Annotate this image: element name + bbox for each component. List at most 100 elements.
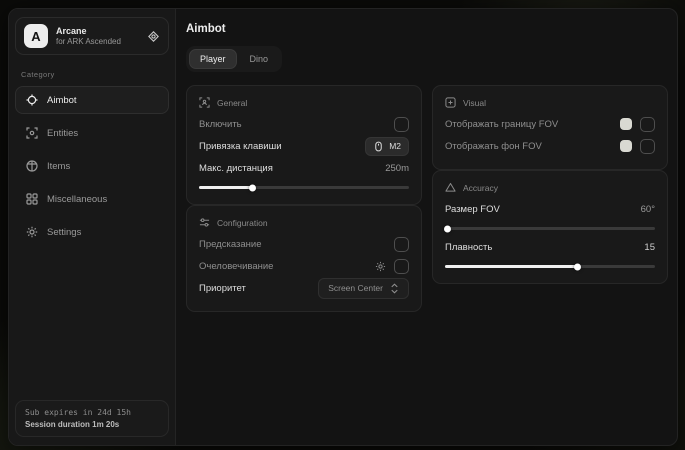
session-duration-text: Session duration 1m 20s: [25, 420, 159, 429]
fov-size-slider[interactable]: [445, 227, 655, 230]
configuration-card: Configuration Предсказание Очеловечивани…: [186, 205, 422, 312]
tab-bar: Player Dino: [186, 46, 282, 72]
sidebar-nav: Aimbot Entities Items: [9, 86, 175, 251]
smoothness-value: 15: [644, 242, 655, 253]
app-subtitle: for ARK Ascended: [56, 37, 121, 46]
distance-slider-fill: [199, 186, 252, 189]
sidebar-item-miscellaneous[interactable]: Miscellaneous: [15, 185, 169, 213]
smoothness-slider-thumb[interactable]: [574, 263, 581, 270]
person-focus-icon: [199, 97, 210, 108]
sliders-icon: [199, 217, 210, 228]
visual-card: Visual Отображать границу FOV Отображать…: [432, 85, 668, 170]
configuration-card-header: Configuration: [199, 217, 409, 228]
distance-label: Макс. дистанция: [199, 163, 273, 174]
sidebar-item-entities[interactable]: Entities: [15, 119, 169, 147]
fov-bg-label: Отображать фон FOV: [445, 141, 542, 152]
fov-size-slider-fill: [445, 227, 447, 230]
prediction-label: Предсказание: [199, 239, 262, 250]
humanization-label: Очеловечивание: [199, 261, 273, 272]
prediction-checkbox[interactable]: [394, 237, 409, 252]
sidebar-item-label: Entities: [47, 128, 78, 139]
priority-row: Приоритет Screen Center: [199, 277, 409, 299]
fov-bg-row: Отображать фон FOV: [445, 135, 655, 157]
priority-dropdown-value: Screen Center: [328, 283, 383, 293]
general-card: General Включить Привязка клавиши: [186, 85, 422, 205]
app-logo: A: [24, 24, 48, 48]
sidebar-footer: Sub expires in 24d 15h Session duration …: [15, 400, 169, 437]
entity-scan-icon: [26, 127, 38, 139]
fov-size-value: 60°: [641, 204, 655, 215]
fov-size-label: Размер FOV: [445, 204, 500, 215]
mouse-icon: [373, 141, 384, 152]
category-label: Category: [21, 70, 163, 79]
page-title: Aimbot: [186, 23, 669, 35]
humanization-controls: [375, 259, 409, 274]
general-card-header: General: [199, 97, 409, 108]
configuration-card-title: Configuration: [217, 218, 268, 228]
triangle-icon: [445, 182, 456, 193]
enable-row: Включить: [199, 113, 409, 135]
humanization-row: Очеловечивание: [199, 255, 409, 277]
smoothness-slider-fill: [445, 265, 577, 268]
fov-border-row: Отображать границу FOV: [445, 113, 655, 135]
fov-bg-color-swatch[interactable]: [620, 140, 632, 152]
enable-checkbox[interactable]: [394, 117, 409, 132]
smoothness-slider[interactable]: [445, 265, 655, 268]
sidebar-item-items[interactable]: Items: [15, 152, 169, 180]
prediction-row: Предсказание: [199, 233, 409, 255]
grid-icon: [26, 193, 38, 205]
tab-player[interactable]: Player: [189, 49, 237, 69]
fov-bg-checkbox[interactable]: [640, 139, 655, 154]
distance-slider-thumb[interactable]: [249, 184, 256, 191]
subscription-expiry-text: Sub expires in 24d 15h: [25, 408, 159, 417]
visual-card-title: Visual: [463, 98, 486, 108]
accuracy-card-title: Accuracy: [463, 183, 498, 193]
crosshair-icon: [26, 94, 38, 106]
sidebar-header: A Arcane for ARK Ascended: [15, 17, 169, 55]
chevron-up-down-icon: [390, 283, 399, 294]
sidebar-item-label: Items: [47, 161, 70, 172]
app-meta: Arcane for ARK Ascended: [56, 26, 121, 46]
tab-dino[interactable]: Dino: [239, 49, 280, 69]
visual-card-header: Visual: [445, 97, 655, 108]
sidebar-item-label: Aimbot: [47, 95, 77, 106]
priority-dropdown[interactable]: Screen Center: [318, 278, 409, 299]
fov-size-row: Размер FOV 60°: [445, 198, 655, 220]
fov-border-checkbox[interactable]: [640, 117, 655, 132]
image-icon: [445, 97, 456, 108]
sidebar-item-label: Miscellaneous: [47, 194, 107, 205]
accuracy-card-header: Accuracy: [445, 182, 655, 193]
gear-icon: [26, 226, 38, 238]
keybind-label: Привязка клавиши: [199, 141, 282, 152]
main-content: Aimbot Player Dino General: [176, 9, 677, 445]
smoothness-label: Плавность: [445, 242, 492, 253]
fov-border-color-swatch[interactable]: [620, 118, 632, 130]
box-icon: [26, 160, 38, 172]
keybind-button[interactable]: M2: [365, 137, 409, 156]
humanization-settings-gear-icon[interactable]: [375, 261, 386, 272]
sidebar-item-settings[interactable]: Settings: [15, 218, 169, 246]
keybind-value: M2: [389, 141, 401, 151]
fov-bg-controls: [620, 139, 655, 154]
keybind-row: Привязка клавиши M2: [199, 135, 409, 157]
smoothness-row: Плавность 15: [445, 236, 655, 258]
app-window: A Arcane for ARK Ascended Category: [8, 8, 678, 446]
left-column: General Включить Привязка клавиши: [186, 85, 422, 312]
distance-value: 250m: [385, 163, 409, 174]
fov-size-slider-thumb[interactable]: [444, 225, 451, 232]
sidebar: A Arcane for ARK Ascended Category: [9, 9, 176, 445]
app-name: Arcane: [56, 26, 121, 36]
fov-border-label: Отображать границу FOV: [445, 119, 558, 130]
cards-grid: General Включить Привязка клавиши: [186, 85, 669, 312]
sidebar-item-aimbot[interactable]: Aimbot: [15, 86, 169, 114]
fov-border-controls: [620, 117, 655, 132]
humanization-checkbox[interactable]: [394, 259, 409, 274]
distance-slider[interactable]: [199, 186, 409, 189]
distance-row: Макс. дистанция 250m: [199, 157, 409, 179]
enable-label: Включить: [199, 119, 242, 130]
priority-label: Приоритет: [199, 283, 246, 294]
general-card-title: General: [217, 98, 247, 108]
right-column: Visual Отображать границу FOV Отображать…: [432, 85, 668, 284]
target-icon[interactable]: [147, 30, 160, 43]
sidebar-item-label: Settings: [47, 227, 81, 238]
